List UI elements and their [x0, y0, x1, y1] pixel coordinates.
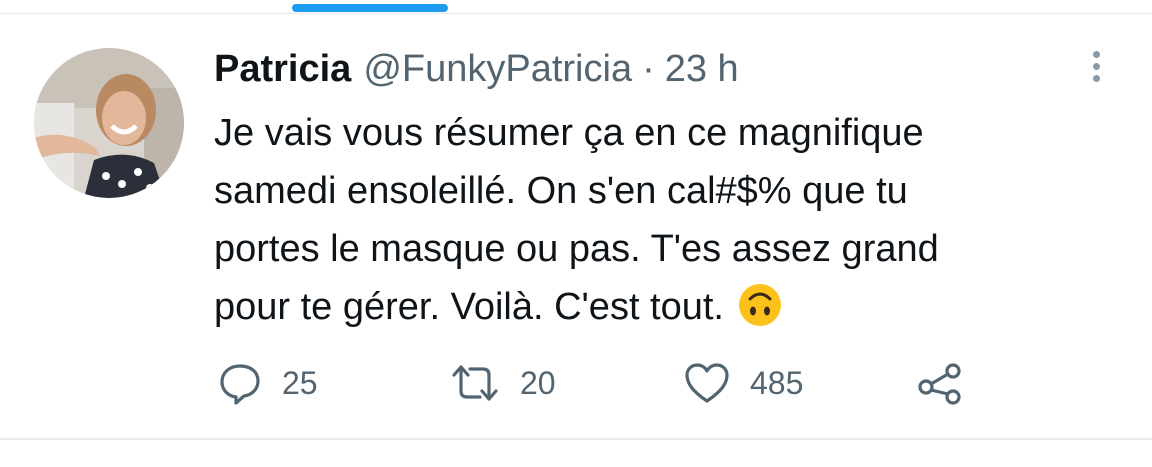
share-icon [918, 363, 961, 405]
tweet-header: Patricia @FunkyPatricia · 23 h [214, 46, 739, 92]
like-button[interactable]: 485 [684, 358, 803, 408]
tweet-text-line: portes le masque ou pas. T'es assez gran… [214, 228, 939, 270]
share-button[interactable] [916, 358, 962, 408]
tweet-text-line: samedi ensoleillé. On s'en cal#$% que tu [214, 170, 908, 212]
retweet-icon [452, 365, 498, 401]
reply-count: 25 [282, 364, 318, 401]
heart-icon [685, 363, 729, 403]
separator-dot: · [642, 48, 655, 90]
avatar[interactable] [34, 48, 184, 198]
user-handle[interactable]: @FunkyPatricia [363, 46, 632, 92]
top-divider [0, 13, 1152, 14]
tweet-text-line: Je vais vous résumer ça en ce magnifique [214, 112, 924, 154]
tweet-timestamp[interactable]: 23 h [665, 46, 739, 92]
retweet-button[interactable]: 20 [450, 358, 556, 408]
reply-icon [220, 364, 260, 405]
reply-button[interactable]: 25 [218, 358, 318, 408]
tweet-text: Je vais vous résumer ça en ce magnifique… [214, 104, 1114, 336]
active-tab-indicator [292, 4, 448, 12]
retweet-count: 20 [520, 364, 556, 401]
avatar-photo [34, 48, 184, 198]
display-name[interactable]: Patricia [214, 46, 351, 92]
more-options-button[interactable] [1080, 46, 1112, 86]
upside-down-face-emoji [739, 284, 781, 326]
tweet-text-line: pour te gérer. Voilà. C'est tout. [214, 278, 1114, 336]
more-vertical-icon [1092, 50, 1100, 58]
bottom-divider [0, 438, 1152, 440]
like-count: 485 [750, 364, 804, 401]
